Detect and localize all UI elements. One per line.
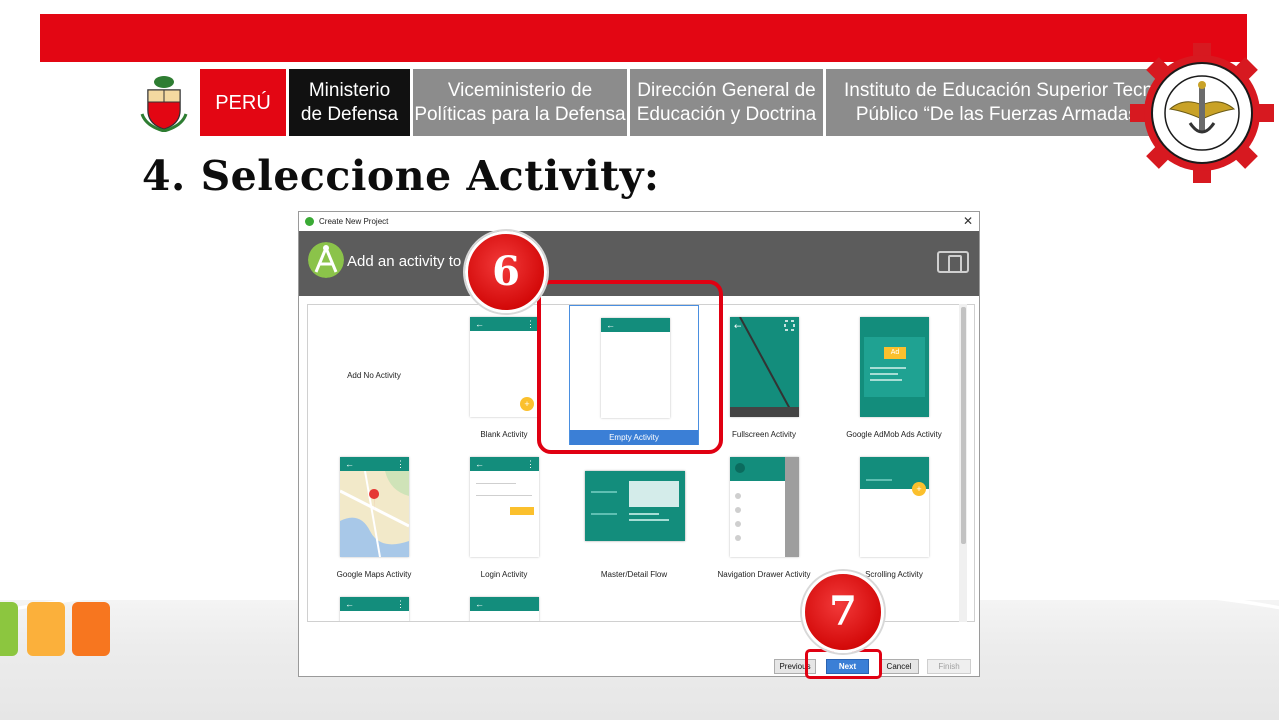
- map-preview-graphic: [340, 471, 409, 557]
- activity-preview: [730, 457, 799, 557]
- gallery-scrollbar-thumb[interactable]: [961, 307, 966, 544]
- window-titlebar: Create New Project ✕: [299, 212, 979, 231]
- highlight-empty-activity: [537, 280, 723, 454]
- header-direccion-block: Dirección General de Educación y Doctrin…: [630, 69, 823, 136]
- activity-preview: Ad: [860, 317, 929, 417]
- master-line: [591, 491, 617, 493]
- svg-text:←: ←: [734, 322, 742, 332]
- login-field-line: [476, 483, 516, 484]
- activity-tile-navigation-drawer-activity[interactable]: Navigation Drawer Activity: [699, 445, 829, 585]
- app-bar: ← ⋮: [470, 317, 539, 331]
- ad-panel: Ad: [864, 337, 925, 397]
- android-studio-logo-icon: [308, 242, 344, 278]
- activity-label: Master/Detail Flow: [600, 570, 668, 579]
- activity-label: Navigation Drawer Activity: [717, 570, 811, 579]
- activity-preview: ← ⋮: [340, 597, 409, 621]
- decor-square-green: [0, 602, 18, 656]
- login-button-preview: [510, 507, 534, 515]
- device-form-factor-icon: [937, 251, 969, 273]
- drawer-scrim: [785, 457, 799, 557]
- activity-tile-master-detail-flow[interactable]: Master/Detail Flow: [569, 445, 699, 585]
- step-badge-7: 7: [802, 571, 884, 653]
- activity-preview: ←: [730, 316, 799, 417]
- peru-crest-icon: [140, 76, 188, 132]
- header-viceministerio-line1: Viceministerio de: [447, 79, 593, 101]
- fab-icon: +: [520, 397, 534, 411]
- activity-label: Add No Activity: [347, 371, 401, 380]
- highlight-next-button: [805, 649, 882, 679]
- banner-text: Add an activity to: [347, 253, 462, 270]
- header-instituto-line2: Público “De las Fuerzas Armadas”: [855, 103, 1145, 125]
- slide-title: 4. Seleccione Activity:: [142, 152, 660, 200]
- header-ministerio-block: Ministerio de Defensa: [289, 69, 410, 136]
- activity-tile-row3-second[interactable]: ←: [439, 585, 569, 621]
- master-line: [591, 513, 617, 515]
- detail-line: [629, 513, 659, 515]
- fab-icon: +: [912, 482, 926, 496]
- activity-tile-google-maps-activity[interactable]: ← ⋮ Google Maps Activity: [309, 445, 439, 585]
- header-direccion-line1: Dirección General de: [637, 79, 816, 101]
- activity-preview: [585, 471, 685, 541]
- ad-line: [870, 367, 906, 369]
- avatar: [735, 463, 745, 473]
- activity-label: Google AdMob Ads Activity: [846, 430, 942, 439]
- header-viceministerio-block: Viceministerio de Políticas para la Defe…: [413, 69, 627, 136]
- window-title: Create New Project: [319, 217, 389, 226]
- cancel-button[interactable]: Cancel: [879, 659, 919, 674]
- header-instituto-line1: Instituto de Educación Superior Tecnológ: [844, 79, 1156, 101]
- activity-tile-login-activity[interactable]: ← ⋮ Login Activity: [439, 445, 569, 585]
- ad-line: [870, 373, 898, 375]
- header-viceministerio-line2: Políticas para la Defensa: [414, 103, 626, 125]
- ad-badge: Ad: [884, 347, 906, 359]
- app-bar: ← ⋮: [340, 597, 409, 611]
- activity-label: Login Activity: [480, 570, 528, 579]
- header-direccion-line2: Educación y Doctrina: [636, 103, 817, 125]
- ad-line: [870, 379, 902, 381]
- top-red-bar: [40, 14, 1247, 62]
- header-ministerio-line1: Ministerio: [308, 79, 391, 101]
- fullscreen-preview-graphic: ←: [730, 316, 799, 417]
- drawer-panel: [730, 457, 785, 557]
- decor-square-yellow: [27, 602, 65, 656]
- detail-line: [629, 519, 669, 521]
- drawer-item-dot: [735, 507, 741, 513]
- activity-label: Google Maps Activity: [336, 570, 412, 579]
- header-ministerio-line2: de Defensa: [300, 103, 399, 125]
- app-bar: ←: [470, 597, 539, 611]
- activity-preview: ← ⋮: [470, 457, 539, 557]
- app-bar: ← ⋮: [340, 457, 409, 471]
- drawer-item-dot: [735, 521, 741, 527]
- drawer-item-dot: [735, 493, 741, 499]
- activity-preview: ← ⋮ +: [470, 317, 539, 417]
- header-peru-label: PERÚ: [215, 91, 271, 114]
- login-field-line: [476, 495, 532, 496]
- activity-tile-row3-first[interactable]: ← ⋮: [309, 585, 439, 621]
- finish-button: Finish: [927, 659, 971, 674]
- institute-gear-logo-icon: [1130, 43, 1274, 183]
- header-instituto-block: Instituto de Educación Superior Tecnológ…: [826, 69, 1156, 136]
- close-icon[interactable]: ✕: [963, 214, 973, 228]
- toolbar-line: [866, 479, 892, 481]
- drawer-item-dot: [735, 535, 741, 541]
- activity-preview: ← ⋮: [340, 457, 409, 557]
- activity-tile-admob-activity[interactable]: Ad Google AdMob Ads Activity: [829, 305, 959, 445]
- activity-tile-scrolling-activity[interactable]: + Scrolling Activity: [829, 445, 959, 585]
- header-peru-block: PERÚ: [200, 69, 286, 136]
- activity-tile-add-no-activity[interactable]: Add No Activity: [309, 305, 439, 445]
- detail-pane: [629, 481, 679, 507]
- step-badge-6: 6: [465, 231, 547, 313]
- android-studio-app-icon: [305, 217, 314, 226]
- activity-preview: ←: [470, 597, 539, 621]
- app-bar: ← ⋮: [470, 457, 539, 471]
- slide: PERÚ Ministerio de Defensa Viceministeri…: [0, 0, 1279, 720]
- activity-preview: +: [860, 457, 929, 557]
- decor-square-orange: [72, 602, 110, 656]
